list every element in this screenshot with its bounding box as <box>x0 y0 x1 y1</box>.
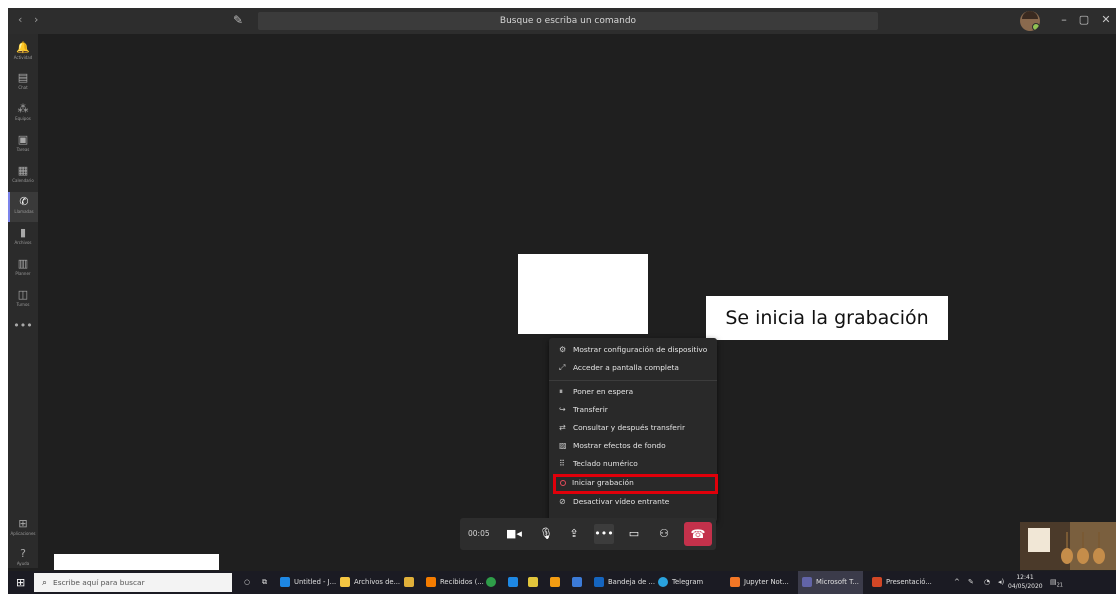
sticky-notes-icon[interactable] <box>528 571 542 594</box>
minimize-button[interactable]: – <box>1056 13 1072 26</box>
transfer-icon: ↪ <box>559 405 566 414</box>
store-icon[interactable] <box>404 571 418 594</box>
call-controls: 00:05 ■◂ 🎙 ⇪ ••• ▭ ⚇ ☎ <box>460 518 716 550</box>
rail-item-turnos[interactable]: ◫ Turnos <box>8 285 38 315</box>
chat-button[interactable]: ▭ <box>624 524 644 544</box>
notifications-icon[interactable]: ▤21 <box>1050 571 1063 594</box>
menu-item-background-effects[interactable]: ▨ Mostrar efectos de fondo <box>559 438 666 454</box>
planner-icon: ▥ <box>17 257 29 270</box>
recording-highlight-box <box>553 474 718 494</box>
show-hidden-icons-icon[interactable]: ^ <box>954 571 960 594</box>
photos-icon[interactable] <box>572 571 586 594</box>
teams-window: ‹ › ✎ Busque o escriba un comando – ▢ ✕ … <box>8 8 1116 594</box>
dialpad-icon: ⠿ <box>559 459 565 468</box>
calendar-icon: ▦ <box>17 164 29 177</box>
taskbar-search-input[interactable]: ⌕ Escribe aquí para buscar <box>34 573 232 592</box>
sublime-icon[interactable] <box>550 571 564 594</box>
help-icon: ? <box>20 547 26 560</box>
hang-up-button[interactable]: ☎ <box>684 522 712 546</box>
taskbar-item-bandeja[interactable]: Bandeja de ... <box>594 571 655 594</box>
files-icon: ▮ <box>19 226 27 239</box>
menu-item-dial-pad[interactable]: ⠿ Teclado numérico <box>559 456 638 472</box>
rail-item-planner[interactable]: ▥ Planner <box>8 254 38 284</box>
taskbar-item-telegram[interactable]: Telegram <box>658 571 703 594</box>
task-view-icon[interactable]: ⧉ <box>262 571 267 594</box>
rail-item-archivos[interactable]: ▮ Archivos <box>8 223 38 253</box>
gear-icon: ⚙ <box>559 345 567 354</box>
rail-item-actividad[interactable]: 🔔 Actividad <box>8 38 38 68</box>
menu-item-device-settings[interactable]: ⚙ Mostrar configuración de dispositivo <box>559 342 707 358</box>
mail-icon[interactable] <box>508 571 522 594</box>
participants-button[interactable]: ⚇ <box>654 524 674 544</box>
avatar[interactable] <box>1020 11 1040 31</box>
rail-item-tareas[interactable]: ▣ Tareas <box>8 130 38 160</box>
share-screen-button[interactable]: ⇪ <box>564 524 584 544</box>
back-icon[interactable]: ‹ <box>18 13 22 26</box>
annotation-caption: Se inicia la grabación <box>706 296 948 340</box>
redacted-area <box>54 554 219 570</box>
volume-icon[interactable]: ◂) <box>998 571 1004 594</box>
search-icon: ⌕ <box>42 578 48 588</box>
windows-taskbar: ⊞ ⌕ Escribe aquí para buscar ○ ⧉ Untitled… <box>8 571 1116 594</box>
close-button[interactable]: ✕ <box>1098 13 1114 26</box>
assignments-icon: ▣ <box>17 133 29 146</box>
menu-item-hold[interactable]: ⏸ Poner en espera <box>559 384 633 400</box>
taskbar-item-recibidos[interactable]: Recibidos (... <box>426 571 484 594</box>
menu-item-consult-transfer[interactable]: ⇄ Consultar y después transferir <box>559 420 685 436</box>
more-icon: ••• <box>13 319 33 332</box>
wifi-icon[interactable]: ◔ <box>984 571 990 594</box>
self-video-preview <box>518 254 648 334</box>
shifts-icon: ◫ <box>17 288 29 301</box>
menu-divider <box>549 380 717 381</box>
teams-icon: ⁂ <box>17 102 29 115</box>
taskbar-item-untitled[interactable]: Untitled - J... <box>280 571 336 594</box>
menu-item-fullscreen[interactable]: ⤢ Acceder a pantalla completa <box>559 360 679 376</box>
system-clock[interactable]: 12:41 04/05/2020 <box>1008 573 1043 591</box>
more-actions-button[interactable]: ••• <box>594 524 614 544</box>
forward-icon[interactable]: › <box>34 13 38 26</box>
taskbar-item-jupyter[interactable]: Jupyter Not... <box>730 571 789 594</box>
phone-icon: ✆ <box>19 195 29 208</box>
more-apps-button[interactable]: ••• <box>8 316 38 346</box>
taskbar-item-presentacion[interactable]: Presentació... <box>872 571 932 594</box>
consult-icon: ⇄ <box>559 423 566 432</box>
command-search-input[interactable]: Busque o escriba un comando <box>258 12 878 30</box>
camera-toggle-button[interactable]: ■◂ <box>504 524 524 544</box>
rail-item-aplicaciones[interactable]: ⊞ Aplicaciones <box>8 514 38 544</box>
apps-icon: ⊞ <box>18 517 28 530</box>
call-timer: 00:05 <box>468 529 490 538</box>
cortana-icon[interactable]: ○ <box>244 571 250 594</box>
title-bar: ‹ › ✎ Busque o escriba un comando – ▢ ✕ <box>8 8 1116 34</box>
chat-icon: ▤ <box>17 71 29 84</box>
chrome-icon[interactable] <box>486 571 500 594</box>
rail-item-ayuda[interactable]: ? Ayuda <box>8 544 38 574</box>
background-effects-icon: ▨ <box>559 441 567 450</box>
taskbar-item-archivos[interactable]: Archivos de... <box>340 571 400 594</box>
rail-item-equipos[interactable]: ⁂ Equipos <box>8 99 38 129</box>
app-bar: 🔔 Actividad ▤ Chat ⁂ Equipos ▣ Tareas ▦ … <box>8 34 38 568</box>
rail-item-calendario[interactable]: ▦ Calendario <box>8 161 38 191</box>
more-actions-menu: ⚙ Mostrar configuración de dispositivo ⤢ A… <box>549 338 717 522</box>
menu-item-transfer[interactable]: ↪ Transferir <box>559 402 608 418</box>
pen-icon[interactable]: ✎ <box>968 571 974 594</box>
windows-start-icon[interactable]: ⊞ <box>16 576 25 589</box>
video-off-icon: ⊘ <box>559 497 566 506</box>
rail-item-chat[interactable]: ▤ Chat <box>8 68 38 98</box>
presence-available-icon <box>1032 23 1040 31</box>
fullscreen-icon: ⤢ <box>559 363 566 372</box>
menu-item-disable-incoming-video[interactable]: ⊘ Desactivar vídeo entrante <box>559 494 669 510</box>
microphone-button[interactable]: 🎙 <box>536 524 556 544</box>
compose-icon[interactable]: ✎ <box>233 13 243 27</box>
pause-icon: ⏸ <box>559 387 563 396</box>
webcam-overlay <box>1020 522 1116 570</box>
bell-icon: 🔔 <box>16 41 30 54</box>
taskbar-item-microsoft-teams[interactable]: Microsoft T... <box>798 571 863 594</box>
rail-item-llamadas[interactable]: ✆ Llamadas <box>8 192 38 222</box>
maximize-button[interactable]: ▢ <box>1076 13 1092 26</box>
